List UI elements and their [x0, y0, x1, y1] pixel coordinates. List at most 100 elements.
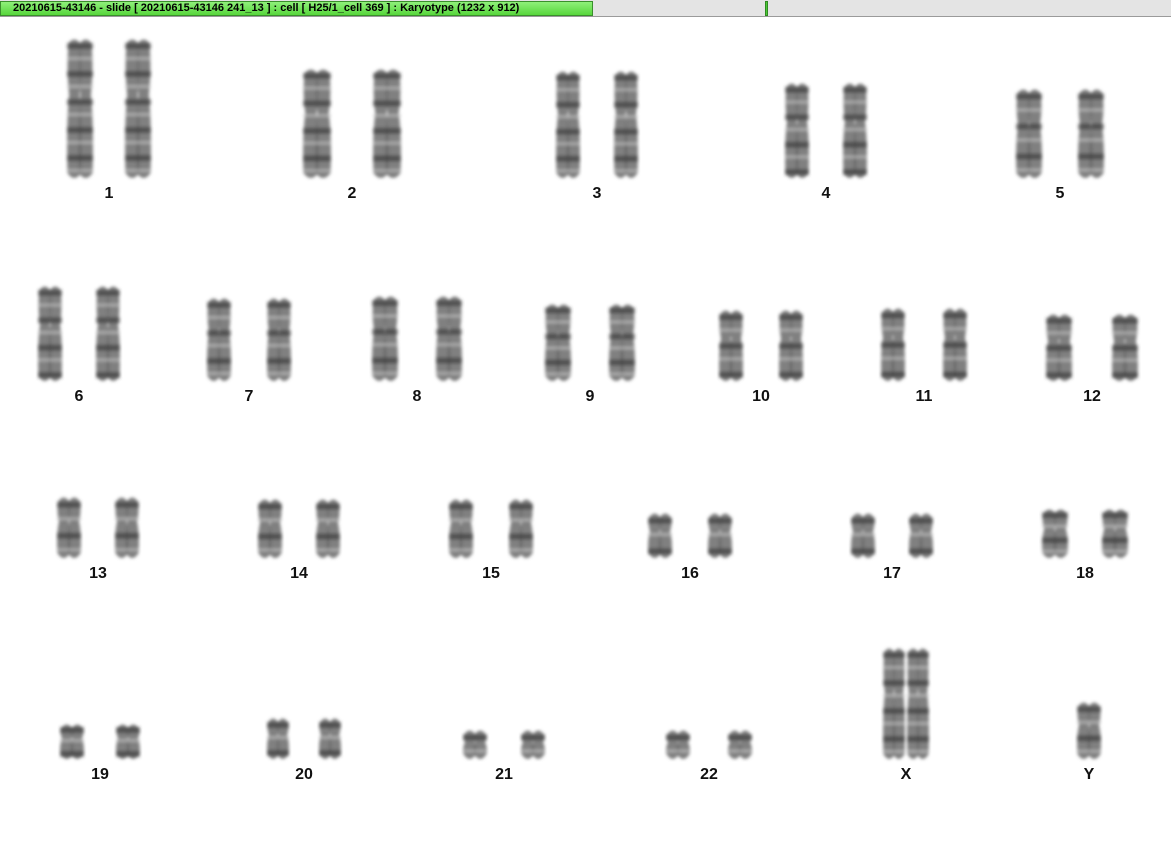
chromosome-label-13: 13	[89, 565, 107, 582]
chromatid	[521, 730, 545, 759]
chromosome-label-2: 2	[347, 185, 357, 202]
chromosome-image	[38, 286, 120, 381]
chromosome-image	[57, 497, 139, 558]
chromosome-label-1: 1	[104, 185, 114, 202]
chromatid	[57, 497, 81, 558]
chromatid	[38, 286, 62, 381]
chromatid	[67, 39, 93, 178]
chromosome-image	[1042, 509, 1128, 558]
chromosome-label-8: 8	[412, 388, 422, 405]
chromatid	[303, 69, 331, 178]
chromatid	[463, 730, 487, 759]
chromatid	[907, 648, 929, 759]
chromosome-pair-X[interactable]	[873, 644, 939, 764]
chromosome-image	[556, 71, 638, 178]
chromosome-image	[881, 308, 967, 381]
window-title-tab[interactable]: 20210615-43146 - slide [ 20210615-43146 …	[0, 1, 593, 16]
chromosome-image	[303, 69, 401, 178]
chromosome-pair-4[interactable]	[775, 79, 877, 183]
chromosome-label-4: 4	[821, 185, 831, 202]
chromosome-label-X: X	[900, 766, 912, 783]
chromatid	[1046, 314, 1072, 381]
chromosome-label-7: 7	[244, 388, 254, 405]
chromatid	[1078, 89, 1104, 178]
chromosome-pair-9[interactable]	[535, 300, 645, 386]
chromatid	[666, 730, 690, 759]
chromatid	[1077, 702, 1101, 759]
chromosome-image	[785, 83, 867, 178]
chromosome-pair-Y[interactable]	[1058, 698, 1120, 764]
title-bar: 20210615-43146 - slide [ 20210615-43146 …	[0, 0, 1171, 17]
chromosome-image	[67, 39, 151, 178]
chromatid	[449, 499, 473, 558]
chromosome-image	[258, 499, 340, 558]
chromatid	[96, 286, 120, 381]
chromatid	[372, 296, 398, 381]
chromatid	[436, 296, 462, 381]
chromatid	[648, 513, 672, 558]
chromatid	[1102, 509, 1128, 558]
chromosome-label-18: 18	[1076, 565, 1094, 582]
chromosome-image	[1077, 702, 1101, 759]
chromosome-image	[719, 310, 803, 381]
chromosome-image	[1046, 314, 1138, 381]
chromosome-pair-11[interactable]	[871, 304, 977, 386]
chromosome-pair-14[interactable]	[248, 495, 350, 563]
chromosome-pair-21[interactable]	[453, 726, 555, 764]
chromosome-image	[1016, 89, 1104, 178]
chromosome-pair-15[interactable]	[439, 495, 543, 563]
chromosome-pair-2[interactable]	[293, 65, 411, 183]
chromatid	[883, 648, 905, 759]
chromosome-label-17: 17	[883, 565, 901, 582]
chromosome-pair-16[interactable]	[638, 509, 742, 563]
chromosome-label-12: 12	[1083, 388, 1101, 405]
chromatid	[60, 724, 84, 759]
chromosome-pair-17[interactable]	[841, 509, 943, 563]
chromatid	[728, 730, 752, 759]
chromatid	[373, 69, 401, 178]
chromosome-pair-1[interactable]	[57, 35, 161, 183]
chromosome-image	[666, 730, 752, 759]
chromosome-pair-6[interactable]	[28, 282, 130, 386]
chromosome-label-15: 15	[482, 565, 500, 582]
chromatid	[609, 304, 635, 381]
chromosome-image	[463, 730, 545, 759]
chromatid	[843, 83, 867, 178]
chromatid	[779, 310, 803, 381]
chromosome-pair-3[interactable]	[546, 67, 648, 183]
chromatid	[316, 499, 340, 558]
chromatid	[851, 513, 875, 558]
chromosome-image	[648, 513, 732, 558]
chromatid	[909, 513, 933, 558]
chromosome-pair-13[interactable]	[47, 493, 149, 563]
chromosome-label-6: 6	[74, 388, 84, 405]
chromosome-image	[545, 304, 635, 381]
chromosome-label-Y: Y	[1083, 766, 1095, 783]
chromosome-label-5: 5	[1055, 185, 1065, 202]
chromosome-pair-18[interactable]	[1032, 505, 1138, 563]
chromosome-pair-12[interactable]	[1036, 310, 1148, 386]
chromosome-pair-7[interactable]	[197, 294, 301, 386]
chromosome-pair-22[interactable]	[656, 726, 762, 764]
chromatid	[116, 724, 140, 759]
chromosome-pair-19[interactable]	[50, 720, 150, 764]
chromosome-label-11: 11	[915, 388, 933, 405]
chromatid	[1112, 314, 1138, 381]
chromatid	[708, 513, 732, 558]
chromosome-pair-20[interactable]	[257, 714, 351, 764]
chromatid	[207, 298, 231, 381]
chromosome-image	[883, 648, 929, 759]
chromosome-label-20: 20	[295, 766, 313, 783]
chromosome-image	[60, 724, 140, 759]
chromosome-label-10: 10	[752, 388, 770, 405]
chromosome-pair-5[interactable]	[1006, 85, 1114, 183]
chromosome-pair-8[interactable]	[362, 292, 472, 386]
chromosome-pair-10[interactable]	[709, 306, 813, 386]
chromosome-label-21: 21	[495, 766, 513, 783]
tab-marker[interactable]	[765, 1, 768, 16]
chromatid	[319, 718, 341, 759]
chromatid	[125, 39, 151, 178]
chromatid	[115, 497, 139, 558]
chromosome-label-22: 22	[700, 766, 718, 783]
chromatid	[785, 83, 809, 178]
